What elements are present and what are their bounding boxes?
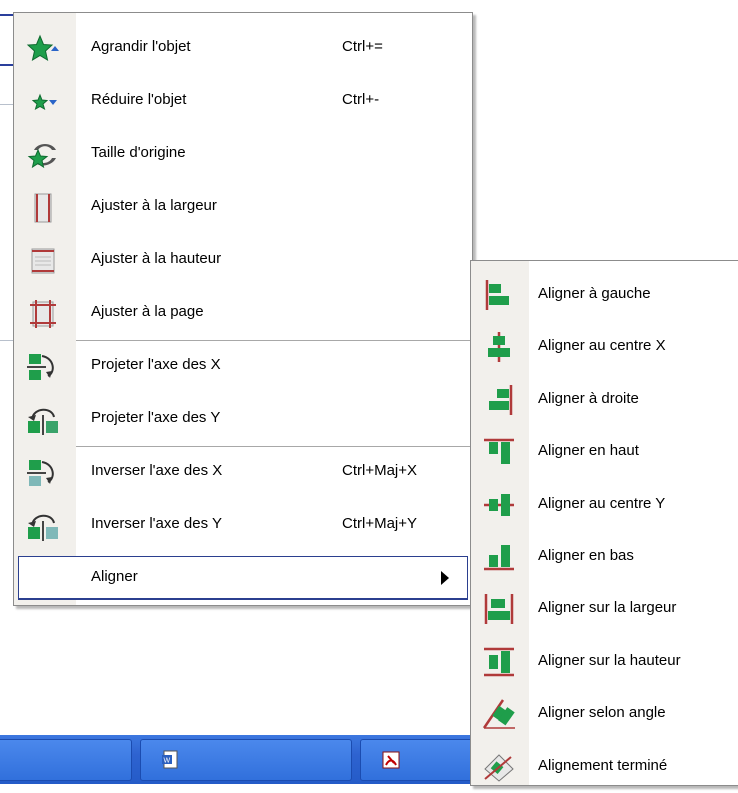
menu-item-enlarge[interactable]: Agrandir l'objet Ctrl+= bbox=[14, 23, 472, 75]
menu-item-label: Aligner bbox=[91, 568, 138, 585]
menu-item-label: Inverser l'axe des X bbox=[91, 462, 223, 479]
fit-height-icon bbox=[31, 248, 55, 274]
submenu-item-align-angle[interactable]: Aligner selon angle bbox=[471, 688, 738, 740]
menu-item-shortcut: Ctrl+= bbox=[342, 38, 383, 55]
menu-item-label: Projeter l'axe des X bbox=[91, 356, 221, 373]
submenu-item-label: Aligner à gauche bbox=[538, 285, 651, 302]
menu-item-label: Agrandir l'objet bbox=[91, 38, 191, 55]
submenu-item-align-center-y[interactable]: Aligner au centre Y bbox=[471, 479, 738, 531]
word-document-icon: W bbox=[162, 750, 178, 769]
taskbar-button-pdf[interactable] bbox=[360, 739, 480, 781]
menu-item-label: Projeter l'axe des Y bbox=[91, 409, 221, 426]
menu-item-project-x[interactable]: Projeter l'axe des X bbox=[14, 341, 472, 393]
menu-item-label: Ajuster à la largeur bbox=[91, 197, 217, 214]
submenu-item-label: Aligner au centre X bbox=[538, 337, 666, 355]
align-angle-icon bbox=[482, 699, 515, 729]
submenu-item-align-width[interactable]: Aligner sur la largeur bbox=[471, 583, 738, 635]
menu-item-align[interactable]: Aligner bbox=[18, 556, 468, 600]
align-width-icon bbox=[484, 594, 514, 625]
flip-x-icon bbox=[27, 460, 54, 486]
menu-item-label: Ajuster à la hauteur bbox=[91, 250, 222, 267]
background-divider bbox=[0, 104, 14, 105]
menu-item-shortcut: Ctrl+Maj+X bbox=[342, 462, 418, 479]
submenu-item-label: Aligner en bas bbox=[538, 547, 634, 564]
flip-y-icon bbox=[28, 514, 58, 541]
menu-item-label: Taille d'origine bbox=[91, 144, 186, 161]
context-menu: Agrandir l'objet Ctrl+= Réduire l'objet … bbox=[13, 12, 473, 606]
align-top-icon bbox=[484, 438, 514, 465]
svg-text:W: W bbox=[164, 758, 171, 765]
align-center-y-icon bbox=[484, 493, 514, 516]
menu-item-label: Inverser l'axe des Y bbox=[91, 515, 222, 532]
fit-page-icon bbox=[30, 300, 56, 328]
menu-item-flip-y[interactable]: Inverser l'axe des Y Ctrl+Maj+Y bbox=[14, 500, 472, 552]
star-reduce-icon bbox=[31, 93, 57, 111]
align-height-icon bbox=[484, 647, 514, 677]
taskbar-button-word[interactable]: W bbox=[140, 739, 352, 781]
fit-width-icon bbox=[34, 193, 52, 223]
submenu-item-label: Aligner au centre Y bbox=[538, 494, 666, 512]
submenu-item-label: Aligner sur la largeur bbox=[538, 599, 677, 617]
menu-item-fit-height[interactable]: Ajuster à la hauteur bbox=[14, 235, 472, 287]
menu-item-original-size[interactable]: Taille d'origine bbox=[14, 129, 472, 181]
submenu-item-align-top[interactable]: Aligner en haut bbox=[471, 426, 738, 478]
project-x-icon bbox=[27, 354, 54, 380]
menu-item-shortcut: Ctrl+Maj+Y bbox=[342, 515, 418, 532]
submenu-item-align-bottom[interactable]: Aligner en bas bbox=[471, 531, 738, 583]
submenu-item-label: Aligner sur la hauteur bbox=[538, 651, 681, 669]
submenu-item-align-left[interactable]: Aligner à gauche bbox=[471, 269, 738, 321]
submenu-item-align-done[interactable]: Alignement terminé bbox=[471, 741, 738, 793]
align-right-icon bbox=[489, 384, 513, 415]
menu-item-fit-width[interactable]: Ajuster à la largeur bbox=[14, 182, 472, 234]
background-divider bbox=[0, 340, 14, 341]
project-y-icon bbox=[28, 408, 58, 435]
align-submenu: Aligner à gauche Aligner au centre X Ali… bbox=[470, 260, 738, 786]
pdf-document-icon bbox=[382, 751, 400, 769]
submenu-item-align-height[interactable]: Aligner sur la hauteur bbox=[471, 636, 738, 688]
submenu-item-label: Aligner selon angle bbox=[538, 704, 666, 722]
menu-item-fit-page[interactable]: Ajuster à la page bbox=[14, 288, 472, 340]
star-enlarge-icon bbox=[26, 34, 59, 62]
align-left-icon bbox=[485, 280, 509, 310]
submenu-item-align-center-x[interactable]: Aligner au centre X bbox=[471, 321, 738, 373]
menu-item-label: Ajuster à la page bbox=[91, 303, 204, 320]
align-bottom-icon bbox=[484, 545, 514, 571]
menu-item-reduce[interactable]: Réduire l'objet Ctrl+- bbox=[14, 76, 472, 128]
menu-item-project-y[interactable]: Projeter l'axe des Y bbox=[14, 394, 472, 446]
menu-item-flip-x[interactable]: Inverser l'axe des X Ctrl+Maj+X bbox=[14, 447, 472, 499]
star-reset-icon bbox=[27, 144, 56, 169]
submenu-item-label: Alignement terminé bbox=[538, 756, 668, 774]
menu-item-shortcut: Ctrl+- bbox=[342, 91, 380, 108]
submenu-arrow-icon bbox=[441, 571, 449, 585]
taskbar-button[interactable] bbox=[0, 739, 132, 781]
submenu-item-label: Aligner en haut bbox=[538, 442, 639, 460]
submenu-item-label: Aligner à droite bbox=[538, 389, 639, 407]
submenu-item-align-right[interactable]: Aligner à droite bbox=[471, 374, 738, 426]
align-center-x-icon bbox=[488, 332, 510, 363]
menu-item-label: Réduire l'objet bbox=[91, 91, 187, 108]
align-done-icon bbox=[484, 753, 514, 782]
